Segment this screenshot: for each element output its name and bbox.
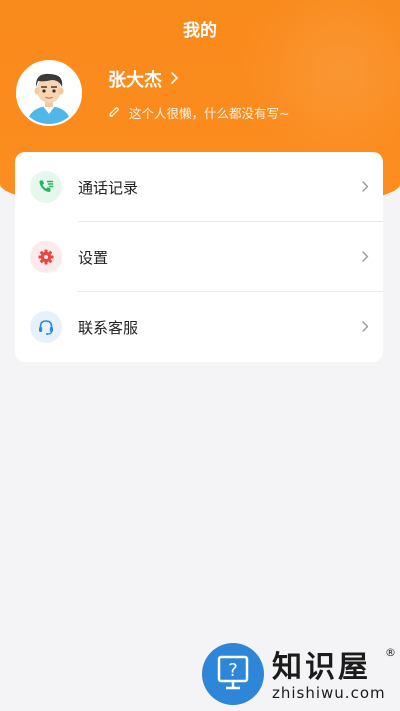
- settings-gear-icon: [30, 241, 62, 273]
- profile-name-link[interactable]: 张大杰: [108, 66, 179, 92]
- chevron-right-icon: [361, 178, 369, 197]
- call-log-icon: [30, 171, 62, 203]
- menu-item-label: 设置: [78, 248, 109, 267]
- user-avatar-icon: [18, 62, 80, 124]
- avatar[interactable]: [16, 60, 82, 126]
- menu-item-label: 联系客服: [78, 318, 139, 337]
- profile-name: 张大杰: [108, 70, 162, 91]
- svg-text:?: ?: [228, 660, 238, 681]
- chevron-right-icon: [361, 318, 369, 337]
- chevron-right-icon: [170, 69, 179, 90]
- watermark-logo-icon: ?: [202, 643, 264, 705]
- headset-icon: [30, 311, 62, 343]
- watermark-title: 知识屋: [272, 650, 371, 685]
- menu-item-settings[interactable]: 设置: [15, 222, 383, 292]
- page-title: 我的: [183, 21, 217, 41]
- menu-item-customer-service[interactable]: 联系客服: [15, 292, 383, 362]
- watermark: ? 知识屋 ® zhishiwu.com: [196, 640, 400, 711]
- bio-text: 这个人很懒，什么都没有写~: [129, 106, 290, 121]
- watermark-url: zhishiwu.com: [272, 684, 386, 702]
- menu-card: 通话记录 设置 联系客服: [15, 152, 383, 362]
- watermark-registered-mark: ®: [385, 646, 396, 659]
- profile-screen: 我的 张大杰 这个人很懒，什么都没有写~ 通话记录 设置 联系客服 ? 知识屋 …: [0, 0, 400, 711]
- chevron-right-icon: [361, 248, 369, 267]
- edit-pencil-icon: [108, 105, 121, 121]
- menu-item-label: 通话记录: [78, 178, 139, 197]
- profile-bio[interactable]: 这个人很懒，什么都没有写~: [108, 103, 289, 122]
- menu-item-call-log[interactable]: 通话记录: [15, 152, 383, 222]
